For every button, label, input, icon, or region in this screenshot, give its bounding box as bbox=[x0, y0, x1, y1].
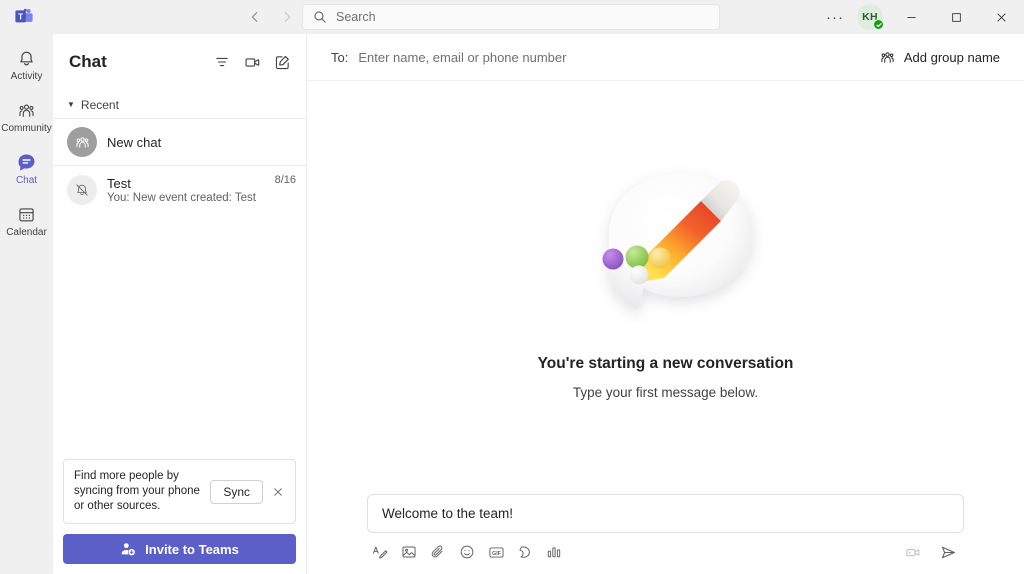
recipient-input[interactable] bbox=[358, 49, 871, 65]
gif-icon[interactable]: GIF bbox=[483, 540, 509, 564]
back-button[interactable] bbox=[240, 4, 270, 30]
message-input-box[interactable]: Welcome to the team! bbox=[367, 494, 964, 533]
composer-actions-right bbox=[900, 540, 964, 564]
emoji-icon[interactable] bbox=[454, 540, 480, 564]
chat-list-header: Chat bbox=[53, 34, 306, 90]
invite-button-label: Invite to Teams bbox=[145, 541, 239, 557]
chat-list-header-actions bbox=[208, 48, 296, 76]
presence-available-icon bbox=[873, 19, 884, 30]
list-item-text: New chat bbox=[107, 135, 296, 150]
sidebar-item-label: Community bbox=[1, 123, 52, 134]
search-icon bbox=[313, 10, 327, 24]
chat-list-pane: Chat ▼ Recent New chat Test You: New eve… bbox=[53, 34, 307, 574]
compose-new-chat-icon[interactable] bbox=[268, 48, 296, 76]
list-item-title: Test bbox=[107, 176, 131, 191]
to-field-bar: To: Add group name bbox=[307, 34, 1024, 81]
message-composer: Welcome to the team! GIF bbox=[307, 494, 1024, 574]
teams-window: T Search ··· KH Activity Community Chat … bbox=[0, 0, 1024, 574]
sync-card-text: Find more people by syncing from your ph… bbox=[74, 470, 200, 512]
sidebar-item-community[interactable]: Community bbox=[1, 92, 52, 142]
chevron-down-icon: ▼ bbox=[67, 100, 75, 109]
teams-logo: T bbox=[0, 7, 48, 27]
svg-text:T: T bbox=[18, 13, 23, 22]
window-controls: ··· KH bbox=[819, 0, 1024, 34]
bell-icon bbox=[17, 47, 36, 69]
page-title: Chat bbox=[69, 52, 107, 71]
minimize-button[interactable] bbox=[889, 0, 934, 34]
title-bar: T Search ··· KH bbox=[0, 0, 1024, 34]
message-input[interactable]: Welcome to the team! bbox=[382, 506, 949, 521]
bell-muted-icon bbox=[67, 175, 97, 205]
sync-button[interactable]: Sync bbox=[210, 479, 263, 504]
format-text-icon[interactable] bbox=[367, 540, 393, 564]
list-item-preview: You: New event created: Test bbox=[107, 192, 256, 204]
more-options-button[interactable]: ··· bbox=[819, 2, 851, 32]
calendar-icon bbox=[17, 203, 36, 225]
search-placeholder: Search bbox=[336, 10, 376, 24]
search-bar[interactable]: Search bbox=[302, 4, 720, 30]
chat-bubble-icon bbox=[16, 151, 37, 173]
poll-icon[interactable] bbox=[541, 540, 567, 564]
invite-to-teams-button[interactable]: Invite to Teams bbox=[63, 534, 296, 564]
list-item-text: Test You: New event created: Test bbox=[107, 176, 265, 204]
list-item[interactable]: New chat bbox=[53, 118, 306, 166]
list-item-title: New chat bbox=[107, 134, 162, 150]
sidebar-item-label: Chat bbox=[15, 175, 38, 186]
recent-section-label: Recent bbox=[80, 98, 119, 112]
composer-toolbar: GIF bbox=[367, 540, 964, 564]
sidebar-item-chat[interactable]: Chat bbox=[2, 144, 51, 194]
empty-state-subtitle: Type your first message below. bbox=[572, 385, 759, 400]
list-item[interactable]: Test You: New event created: Test 8/16 bbox=[53, 166, 306, 214]
sync-contacts-card: Find more people by syncing from your ph… bbox=[63, 459, 296, 524]
maximize-button[interactable] bbox=[934, 0, 979, 34]
sidebar-item-activity[interactable]: Activity bbox=[2, 40, 51, 90]
app-rail: Activity Community Chat Calendar bbox=[0, 34, 53, 574]
send-icon[interactable] bbox=[935, 540, 961, 564]
conversation-pane: To: Add group name bbox=[307, 34, 1024, 574]
add-group-name-label: Add group name bbox=[903, 49, 1000, 65]
avatar[interactable]: KH bbox=[851, 2, 889, 32]
svg-text:GIF: GIF bbox=[492, 550, 502, 556]
close-button[interactable] bbox=[979, 0, 1024, 34]
sidebar-item-label: Calendar bbox=[6, 227, 47, 238]
attach-file-icon[interactable] bbox=[425, 540, 451, 564]
list-item-timestamp: 8/16 bbox=[274, 174, 296, 186]
add-group-name-button[interactable]: Add group name bbox=[871, 44, 1008, 71]
to-label: To: bbox=[331, 49, 349, 65]
nav-arrows bbox=[240, 4, 302, 30]
empty-conversation-canvas: You're starting a new conversation Type … bbox=[307, 81, 1024, 494]
filter-icon[interactable] bbox=[208, 48, 236, 76]
app-body: Activity Community Chat Calendar Chat ▼ … bbox=[0, 34, 1024, 574]
people-group-icon bbox=[67, 127, 97, 157]
person-add-icon bbox=[120, 541, 136, 557]
video-call-icon[interactable] bbox=[238, 48, 266, 76]
sidebar-item-label: Activity bbox=[10, 71, 43, 82]
chat-rows: New chat Test You: New event created: Te… bbox=[53, 118, 306, 459]
sidebar-item-calendar[interactable]: Calendar bbox=[2, 196, 51, 246]
close-icon[interactable] bbox=[269, 483, 287, 501]
video-clip-icon[interactable] bbox=[900, 540, 926, 564]
sticker-icon[interactable] bbox=[512, 540, 538, 564]
recent-section-header[interactable]: ▼ Recent bbox=[53, 90, 306, 118]
people-community-icon bbox=[17, 99, 36, 121]
image-icon[interactable] bbox=[396, 540, 422, 564]
chat-list-footer: Find more people by syncing from your ph… bbox=[53, 459, 306, 574]
forward-button[interactable] bbox=[272, 4, 302, 30]
speech-bubble-pencil-illustration bbox=[546, 151, 786, 341]
people-group-icon bbox=[879, 49, 896, 66]
empty-state-title: You're starting a new conversation bbox=[537, 355, 794, 372]
